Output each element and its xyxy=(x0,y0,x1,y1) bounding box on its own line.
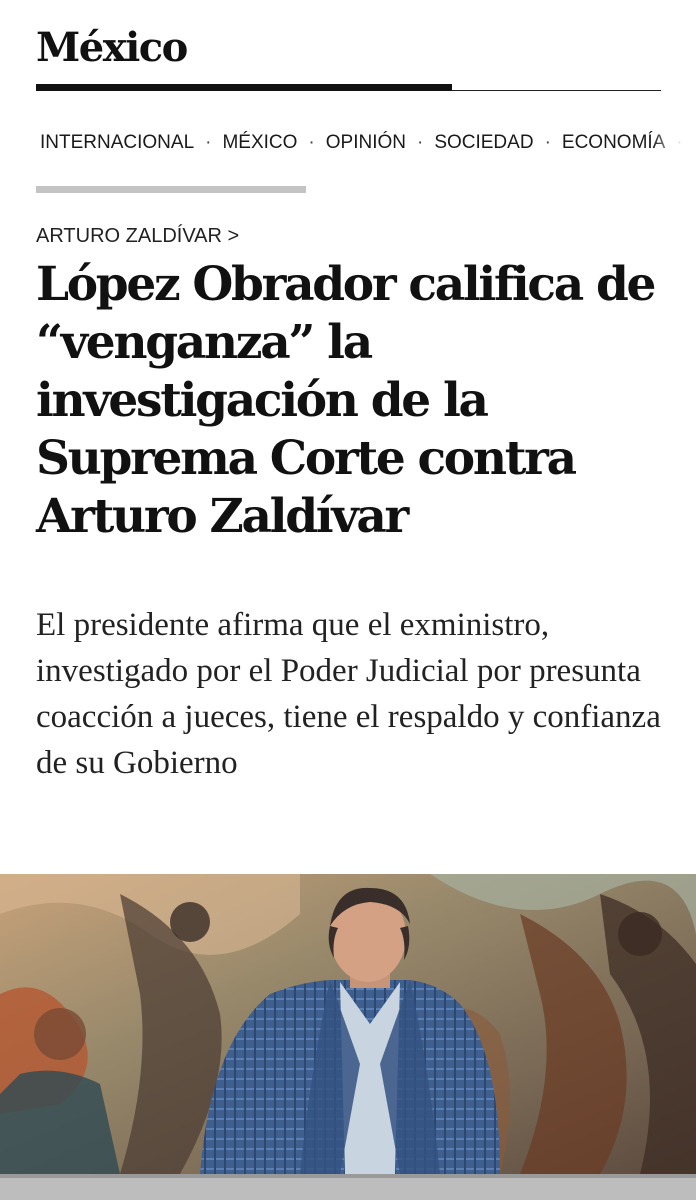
nav-separator: · xyxy=(308,132,315,153)
bottom-bar xyxy=(0,1174,696,1200)
nav-separator: · xyxy=(205,132,212,153)
nav-separator: · xyxy=(544,132,551,153)
article-headline: López Obrador califica de “venganza” la … xyxy=(36,257,656,544)
nav-item-opinion[interactable]: OPINIÓN xyxy=(326,126,406,160)
nav-separator: · xyxy=(416,132,424,153)
article-kicker-link[interactable]: ARTURO ZALDÍVAR > xyxy=(36,222,239,250)
section-nav: INTERNACIONAL · MÉXICO · OPINIÓN · SOCIEDAD · EC… xyxy=(40,126,696,160)
section-title[interactable]: México xyxy=(36,22,188,74)
article-page: México INTERNACIONAL · MÉXICO · OPINIÓN · SOCI… xyxy=(0,0,696,1200)
nav-item-economia[interactable]: ECONOMÍA xyxy=(562,126,665,160)
photo-illustration xyxy=(0,874,696,1174)
nav-item-sociedad[interactable]: SOCIEDAD xyxy=(434,126,533,160)
article-subheadline: El presidente afirma que el exministro, … xyxy=(36,607,661,781)
nav-item-internacional[interactable]: INTERNACIONAL xyxy=(40,126,194,160)
section-underline xyxy=(36,84,452,91)
article-photo[interactable] xyxy=(0,874,696,1174)
nav-fade-overlay xyxy=(652,126,696,160)
nav-scrollbar[interactable] xyxy=(36,186,306,193)
nav-item-mexico[interactable]: MÉXICO xyxy=(222,126,297,160)
